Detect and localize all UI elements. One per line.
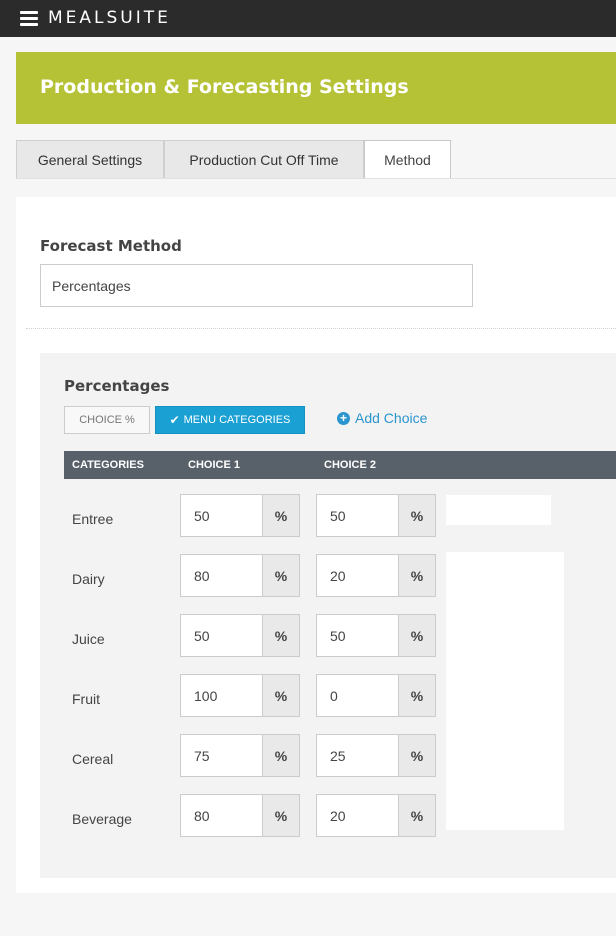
choice-1-value: 100 <box>194 687 218 704</box>
add-choice-label: Add Choice <box>355 410 428 426</box>
header-choice-1: CHOICE 1 <box>188 459 240 471</box>
percent-icon: % <box>398 675 435 716</box>
choice-2-input[interactable]: 20 % <box>316 794 436 837</box>
tab-divider <box>16 178 616 179</box>
table-row-label: Beverage <box>72 811 132 827</box>
forecast-method-label: Forecast Method <box>40 237 182 255</box>
choice-2-value: 50 <box>330 627 346 644</box>
percent-icon: % <box>262 675 299 716</box>
percent-icon: % <box>398 795 435 836</box>
menu-categories-label: MENU CATEGORIES <box>183 414 291 426</box>
percent-icon: % <box>262 495 299 536</box>
percentages-section: Percentages CHOICE % ✔ MENU CATEGORIES +… <box>40 353 616 878</box>
choice-2-value: 25 <box>330 747 346 764</box>
empty-panel <box>446 552 564 830</box>
choice-2-value: 50 <box>330 507 346 524</box>
page-header-banner: Production & Forecasting Settings <box>16 52 616 124</box>
tab-general-settings[interactable]: General Settings <box>16 140 164 179</box>
percent-icon: % <box>398 555 435 596</box>
header-choice-2: CHOICE 2 <box>324 459 376 471</box>
app-logo[interactable]: MEALSUITE <box>48 8 171 28</box>
choice-1-input[interactable]: 50 % <box>180 614 300 657</box>
tab-method[interactable]: Method <box>364 140 451 179</box>
plus-circle-icon: + <box>337 411 350 425</box>
page-title: Production & Forecasting Settings <box>40 76 409 98</box>
choice-1-input[interactable]: 80 % <box>180 794 300 837</box>
empty-panel <box>446 495 551 525</box>
choice-2-value: 20 <box>330 567 346 584</box>
choice-2-input[interactable]: 50 % <box>316 614 436 657</box>
choice-1-value: 80 <box>194 807 210 824</box>
top-navbar: MEALSUITE <box>0 0 616 37</box>
percent-icon: % <box>262 735 299 776</box>
table-row-label: Juice <box>72 631 105 647</box>
hamburger-icon[interactable] <box>20 11 38 26</box>
table-row-label: Entree <box>72 511 114 527</box>
choice-2-input[interactable]: 25 % <box>316 734 436 777</box>
tab-production-cut-off-time[interactable]: Production Cut Off Time <box>164 140 364 179</box>
percent-icon: % <box>262 555 299 596</box>
choice-2-input[interactable]: 20 % <box>316 554 436 597</box>
choice-1-value: 80 <box>194 567 210 584</box>
method-panel: Forecast Method Percentages Percentages … <box>16 197 616 893</box>
forecast-method-select[interactable]: Percentages <box>40 264 473 307</box>
check-icon: ✔ <box>169 413 180 427</box>
choice-2-input[interactable]: 0 % <box>316 674 436 717</box>
choice-1-input[interactable]: 80 % <box>180 554 300 597</box>
choice-1-value: 75 <box>194 747 210 764</box>
choice-1-input[interactable]: 75 % <box>180 734 300 777</box>
percent-icon: % <box>262 795 299 836</box>
table-row-label: Fruit <box>72 691 100 707</box>
percent-icon: % <box>262 615 299 656</box>
header-categories: CATEGORIES <box>72 459 144 471</box>
add-choice-link[interactable]: + Add Choice <box>337 410 427 426</box>
choice-1-input[interactable]: 50 % <box>180 494 300 537</box>
percent-icon: % <box>398 615 435 656</box>
table-header: CATEGORIES CHOICE 1 CHOICE 2 <box>64 451 616 479</box>
choice-1-value: 50 <box>194 627 210 644</box>
choice-1-value: 50 <box>194 507 210 524</box>
choice-percent-button[interactable]: CHOICE % <box>64 406 150 434</box>
table-row-label: Cereal <box>72 751 114 767</box>
table-row-label: Dairy <box>72 571 105 587</box>
choice-2-input[interactable]: 50 % <box>316 494 436 537</box>
choice-2-value: 20 <box>330 807 346 824</box>
percent-icon: % <box>398 735 435 776</box>
section-divider <box>26 328 616 329</box>
forecast-method-value: Percentages <box>52 277 131 294</box>
choice-2-value: 0 <box>330 687 338 704</box>
menu-categories-button[interactable]: ✔ MENU CATEGORIES <box>155 406 305 434</box>
choice-1-input[interactable]: 100 % <box>180 674 300 717</box>
percentages-title: Percentages <box>64 377 170 395</box>
percent-icon: % <box>398 495 435 536</box>
